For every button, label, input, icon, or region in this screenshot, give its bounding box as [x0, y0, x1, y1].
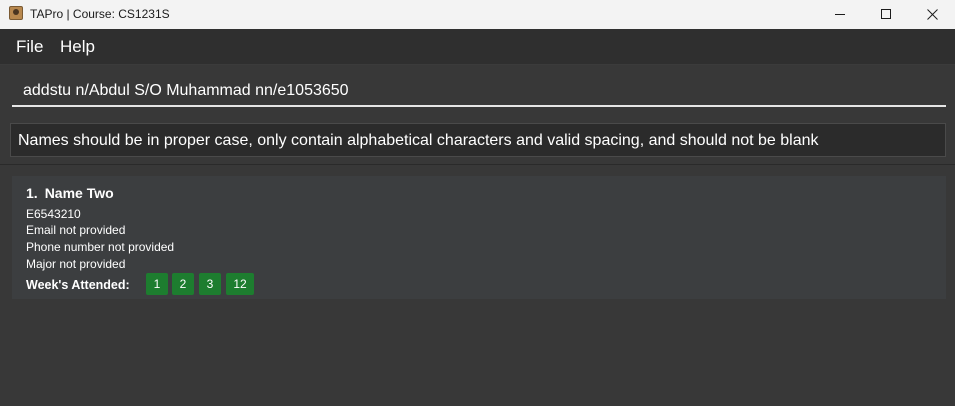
week-tag: 1	[146, 273, 168, 295]
minimize-icon	[834, 9, 846, 20]
maximize-icon	[880, 9, 892, 20]
student-email: Email not provided	[26, 223, 126, 237]
close-button[interactable]	[909, 0, 955, 29]
command-input[interactable]	[12, 77, 946, 107]
result-message: Names should be in proper case, only con…	[18, 132, 819, 149]
student-index: 1.	[26, 185, 38, 201]
weeks-attended-label: Week's Attended:	[26, 278, 130, 292]
title-bar: TAPro | Course: CS1231S	[0, 0, 955, 29]
minimize-button[interactable]	[817, 0, 863, 29]
window-title: TAPro | Course: CS1231S	[30, 7, 170, 21]
student-major: Major not provided	[26, 257, 126, 271]
menu-bar: File Help	[0, 29, 955, 65]
student-phone: Phone number not provided	[26, 240, 175, 254]
maximize-button[interactable]	[863, 0, 909, 29]
student-nusnet: E6543210	[26, 207, 81, 221]
week-tag: 12	[226, 273, 254, 295]
app-icon	[9, 6, 23, 20]
student-name: Name Two	[44, 185, 114, 201]
close-icon	[926, 9, 938, 20]
menu-file[interactable]: File	[16, 37, 43, 57]
week-tag: 3	[199, 273, 221, 295]
menu-help[interactable]: Help	[60, 37, 95, 57]
student-card[interactable]: 1. Name Two E6543210 Email not provided P…	[12, 176, 946, 299]
student-name-line: 1. Name Two	[26, 184, 114, 202]
week-tag: 2	[172, 273, 194, 295]
result-display: Names should be in proper case, only con…	[10, 123, 946, 157]
